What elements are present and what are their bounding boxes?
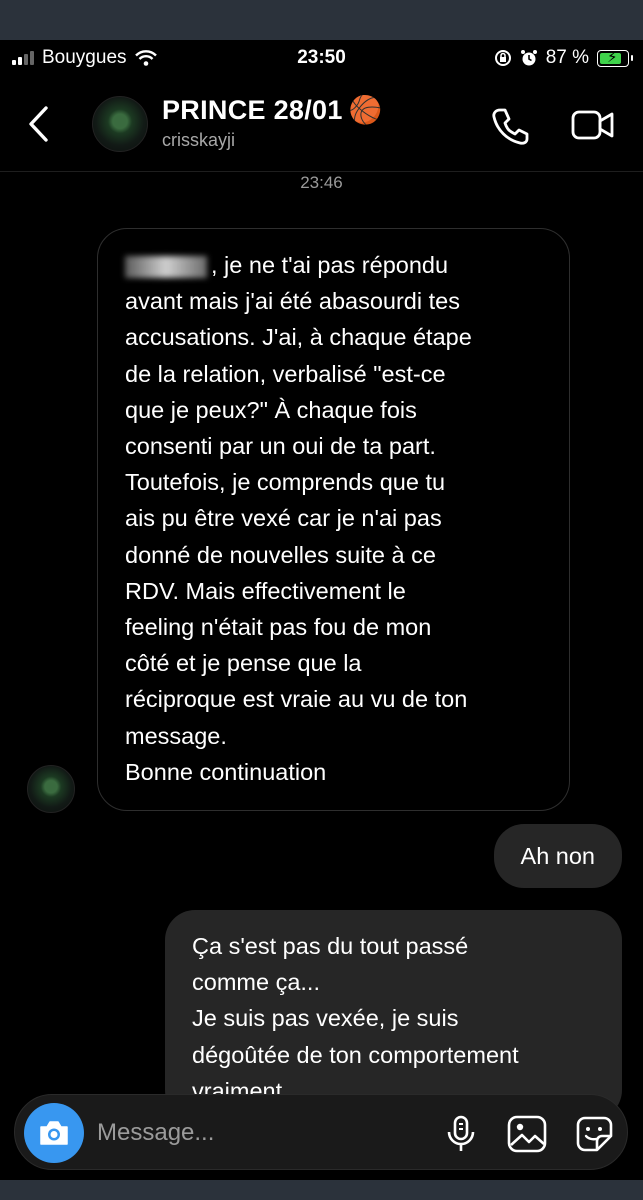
incoming-line: que je peux?" À chaque fois (125, 396, 417, 423)
incoming-line: N, je ne t'ai pas répondu (125, 247, 543, 283)
incoming-line: donné de nouvelles suite à ce (125, 541, 436, 568)
incoming-line: feeling n'était pas fou de mon (125, 614, 432, 641)
camera-button[interactable] (24, 1103, 84, 1163)
incoming-line: consenti par un oui de ta part. (125, 433, 436, 460)
orientation-lock-icon (494, 50, 511, 66)
incoming-line: Bonne continuation (125, 758, 327, 785)
incoming-line: réciproque est vraie au vu de ton (125, 686, 468, 713)
contact-title: PRINCE 28/01 🏀 (162, 94, 383, 126)
video-call-icon[interactable] (570, 106, 616, 144)
back-chevron-icon[interactable] (26, 104, 50, 144)
chat-header: PRINCE 28/01 🏀 crisskayji (0, 76, 643, 172)
incoming-line: message. (125, 722, 227, 749)
alarm-icon (520, 50, 537, 66)
outgoing-line: Ça s'est pas du tout passé (192, 933, 469, 959)
outgoing-line: dégoûtée de ton comportement (192, 1041, 519, 1068)
redacted-name: N (125, 255, 207, 278)
incoming-line: ais pu être vexé car je n'ai pas (125, 505, 442, 532)
microphone-icon[interactable] (445, 1115, 477, 1153)
header-divider (0, 171, 643, 172)
sticker-icon[interactable] (574, 1115, 614, 1153)
incoming-line: de la relation, verbalisé "est-ce (125, 360, 446, 387)
dm-screen: Bouygues 23:50 87 % ⚡ PRINCE 28/01 🏀 cri… (0, 40, 643, 1180)
incoming-line: avant mais j'ai été abasourdi tes (125, 288, 460, 315)
gallery-icon[interactable] (507, 1115, 547, 1153)
contact-info[interactable]: PRINCE 28/01 🏀 crisskayji (162, 94, 383, 151)
battery-percent: 87 % (545, 47, 589, 68)
contact-avatar[interactable] (92, 96, 148, 152)
incoming-line: Toutefois, je comprends que tu (125, 469, 446, 496)
bolt-icon: ⚡ (607, 48, 618, 66)
contact-name: PRINCE 28/01 (162, 94, 343, 125)
contact-username: crisskayji (162, 130, 236, 150)
phone-call-icon[interactable] (490, 106, 530, 146)
basketball-icon: 🏀 (348, 95, 383, 125)
sender-avatar[interactable] (27, 765, 75, 813)
message-composer (14, 1094, 628, 1170)
incoming-line: côté et je pense que la (125, 650, 362, 677)
incoming-line: RDV. Mais effectivement le (125, 577, 406, 604)
incoming-message-bubble[interactable]: N, je ne t'ai pas répondu avant mais j'a… (97, 228, 570, 812)
outgoing-message-bubble[interactable]: Ah non (493, 824, 622, 888)
status-bar: Bouygues 23:50 87 % ⚡ (0, 40, 643, 76)
outgoing-line: Je suis pas vexée, je suis (192, 1005, 459, 1032)
camera-icon (40, 1121, 68, 1145)
message-timestamp: 23:46 (300, 173, 343, 192)
outgoing-message-bubble-long[interactable]: Ça s'est pas du tout passé comme ça... J… (165, 910, 622, 1120)
incoming-line: accusations. J'ai, à chaque étape (125, 324, 472, 351)
battery-charging-icon: ⚡ (597, 48, 633, 67)
status-right-group: 87 % ⚡ (494, 47, 633, 69)
message-input[interactable] (95, 1114, 399, 1152)
outgoing-line: comme ça... (192, 969, 320, 996)
